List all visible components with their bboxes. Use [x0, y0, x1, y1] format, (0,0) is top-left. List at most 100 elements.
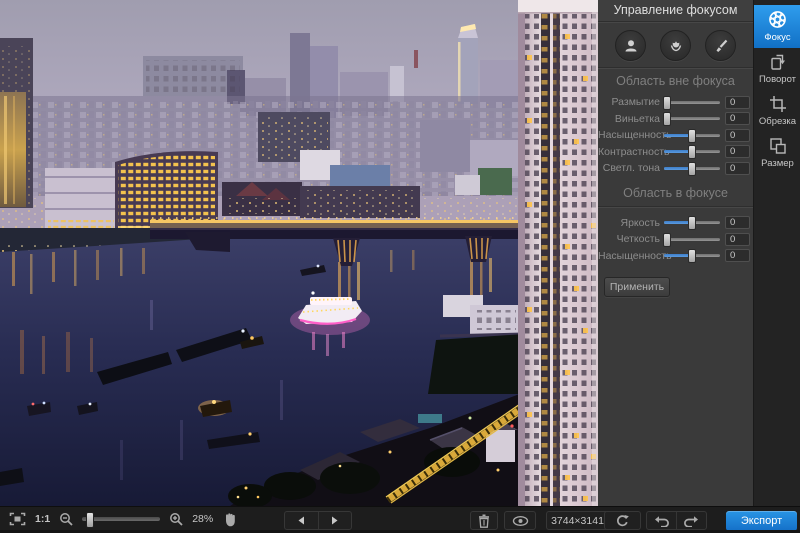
in-focus-title: Область в фокусе [598, 186, 753, 200]
photo-riverside-roofs [222, 182, 420, 218]
slider-thumb[interactable] [688, 216, 696, 230]
zoom-controls: 1:1 28% [9, 511, 236, 527]
slider-label: Насыщенность [598, 250, 660, 262]
infocus-saturation-slider[interactable] [664, 254, 720, 257]
slider-value[interactable]: 0 [725, 233, 750, 246]
portrait-icon [622, 37, 640, 55]
previous-photo-button[interactable] [285, 512, 318, 529]
in-focus-sliders: Яркость 0 Четкость 0 Насыщенность 0 [598, 215, 753, 265]
focus-control-panel: Управление фокусом [598, 0, 753, 506]
slider-row: Насыщенность 0 [598, 248, 753, 265]
zoom-in-icon[interactable] [169, 512, 183, 526]
slider-value[interactable]: 0 [725, 96, 750, 109]
contrast-slider[interactable] [664, 150, 720, 153]
slider-row: Светл. тона 0 [598, 160, 753, 177]
tab-focus[interactable]: Фокус [754, 5, 800, 48]
zoom-slider[interactable] [82, 517, 160, 521]
slider-label: Четкость [598, 233, 660, 245]
prev-arrow-icon [297, 516, 306, 525]
undo-icon [654, 515, 670, 527]
divider [598, 67, 753, 69]
tab-rotate[interactable]: Поворот [754, 48, 800, 90]
slider-label: Светл. тона [598, 162, 660, 174]
status-bar: 1:1 28% [0, 506, 800, 533]
slider-label: Насыщенность [598, 129, 660, 141]
slider-thumb[interactable] [663, 233, 671, 247]
portrait-focus-button[interactable] [615, 30, 646, 61]
history-controls [646, 511, 707, 530]
photo-skyscraper [518, 0, 598, 506]
trash-icon [478, 514, 490, 528]
tools-rail: Фокус Поворот Обрезка Размер [753, 0, 800, 506]
macro-flower-icon [667, 37, 685, 55]
next-photo-button[interactable] [318, 512, 351, 529]
brush-icon [712, 37, 730, 55]
actual-size-button[interactable]: 1:1 [35, 513, 50, 525]
resize-icon [768, 136, 788, 156]
highlights-slider[interactable] [664, 167, 720, 170]
tab-crop[interactable]: Обрезка [754, 90, 800, 132]
slider-row: Яркость 0 [598, 215, 753, 232]
export-button[interactable]: Экспорт [726, 511, 797, 531]
blur-slider[interactable] [664, 101, 720, 104]
out-of-focus-title: Область вне фокуса [598, 74, 753, 88]
divider [598, 21, 753, 23]
view-original-button[interactable] [504, 511, 536, 530]
slider-value[interactable]: 0 [725, 249, 750, 262]
photo-navigation [284, 511, 352, 530]
slider-thumb[interactable] [688, 129, 696, 143]
reset-button[interactable] [604, 511, 641, 530]
crop-icon [768, 94, 788, 114]
zoom-out-icon[interactable] [59, 512, 73, 526]
bangkok-dusk-photo [0, 0, 598, 506]
photo-canvas[interactable] [0, 0, 598, 506]
slider-thumb[interactable] [688, 145, 696, 159]
slider-thumb[interactable] [663, 112, 671, 126]
slider-label: Яркость [598, 217, 660, 229]
zoom-slider-thumb[interactable] [86, 512, 94, 528]
slider-row: Насыщенность 0 [598, 127, 753, 144]
aperture-icon [767, 9, 788, 30]
delete-button[interactable] [470, 511, 498, 530]
reset-icon [615, 514, 630, 528]
slider-row: Виньетка 0 [598, 111, 753, 128]
slider-value[interactable]: 0 [725, 216, 750, 229]
slider-value[interactable]: 0 [725, 112, 750, 125]
tab-label: Обрезка [759, 116, 796, 127]
macro-focus-button[interactable] [660, 30, 691, 61]
slider-thumb[interactable] [663, 96, 671, 110]
redo-button[interactable] [677, 512, 706, 529]
tab-label: Фокус [764, 32, 790, 43]
brush-focus-button[interactable] [705, 30, 736, 61]
undo-button[interactable] [647, 512, 676, 529]
tab-resize[interactable]: Размер [754, 132, 800, 174]
eye-icon [512, 515, 529, 527]
slider-label: Размытие [598, 96, 660, 108]
vignette-slider[interactable] [664, 117, 720, 120]
slider-row: Четкость 0 [598, 231, 753, 248]
slider-thumb[interactable] [688, 162, 696, 176]
slider-value[interactable]: 0 [725, 129, 750, 142]
slider-value[interactable]: 0 [725, 145, 750, 158]
apply-button[interactable]: Применить [604, 277, 670, 297]
slider-label: Контрастность [598, 146, 660, 158]
slider-thumb[interactable] [688, 249, 696, 263]
slider-row: Контрастность 0 [598, 144, 753, 161]
saturation-slider[interactable] [664, 134, 720, 137]
slider-label: Виньетка [598, 113, 660, 125]
focus-tools-row [598, 30, 753, 61]
sharpness-slider[interactable] [664, 238, 720, 241]
panel-title: Управление фокусом [598, 0, 753, 21]
fit-screen-icon[interactable] [9, 512, 26, 526]
tab-label: Поворот [759, 74, 796, 85]
slider-value[interactable]: 0 [725, 162, 750, 175]
zoom-percent-label: 28% [192, 513, 213, 525]
brightness-slider[interactable] [664, 221, 720, 224]
redo-icon [683, 515, 699, 527]
divider [598, 206, 753, 208]
dimensions-label: 3744×3141 [551, 515, 604, 527]
slider-row: Размытие 0 [598, 94, 753, 111]
hand-icon[interactable] [222, 511, 236, 527]
rotate-icon [768, 52, 788, 72]
out-of-focus-sliders: Размытие 0 Виньетка 0 Насыщенность 0 Кон… [598, 94, 753, 177]
